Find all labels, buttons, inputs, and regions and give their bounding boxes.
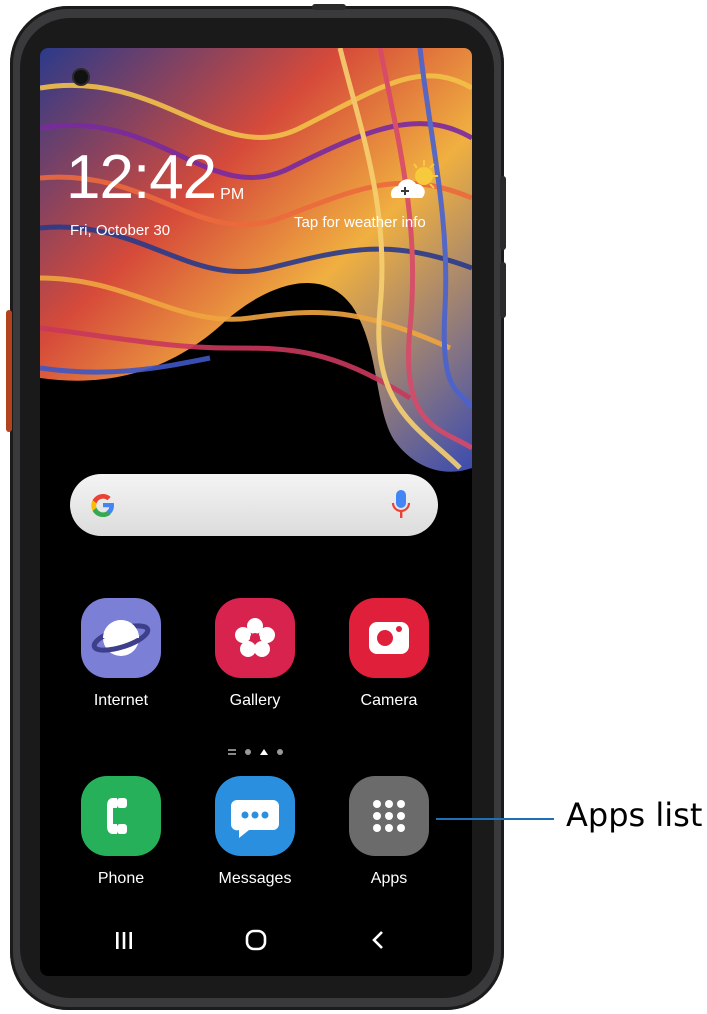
app-label: Messages (218, 870, 292, 887)
callout-line (436, 818, 554, 820)
app-label: Gallery (229, 692, 281, 709)
home-screen: 12:42 PM Fri, October 30 Tap for weather… (40, 48, 472, 976)
app-messages[interactable]: Messages (200, 776, 310, 888)
internet-icon (81, 598, 161, 678)
app-internet[interactable]: Internet (66, 598, 176, 710)
camera-icon (349, 598, 429, 678)
app-label: Apps (370, 870, 408, 887)
page-indicator[interactable] (226, 746, 296, 758)
app-gallery[interactable]: Gallery (200, 598, 310, 710)
apps-grid-icon (349, 776, 429, 856)
front-camera (74, 70, 88, 84)
clock-ampm: PM (220, 186, 245, 203)
power-button (500, 176, 506, 250)
key-button (6, 310, 12, 432)
clock[interactable]: 12:42 PM (66, 143, 245, 212)
app-phone[interactable]: Phone (66, 776, 176, 888)
app-label: Phone (97, 870, 145, 887)
messages-icon (215, 776, 295, 856)
weather-icon[interactable] (386, 158, 442, 208)
google-g-icon (91, 494, 114, 517)
back-icon[interactable] (358, 920, 398, 960)
app-label: Camera (360, 692, 418, 709)
home-icon[interactable] (236, 920, 276, 960)
recents-icon[interactable] (104, 920, 144, 960)
callout-label: Apps list (566, 796, 703, 834)
phone-icon (81, 776, 161, 856)
app-label: Internet (93, 692, 149, 709)
search-bar[interactable] (70, 474, 438, 536)
app-camera[interactable]: Camera (334, 598, 444, 710)
gallery-icon (215, 598, 295, 678)
microphone-icon[interactable] (390, 488, 412, 522)
weather-text[interactable]: Tap for weather info (294, 214, 426, 231)
clock-time: 12:42 (66, 143, 217, 212)
app-apps[interactable]: Apps (334, 776, 444, 888)
clock-date: Fri, October 30 (70, 222, 171, 239)
top-button (312, 4, 346, 10)
volume-button (500, 262, 506, 318)
